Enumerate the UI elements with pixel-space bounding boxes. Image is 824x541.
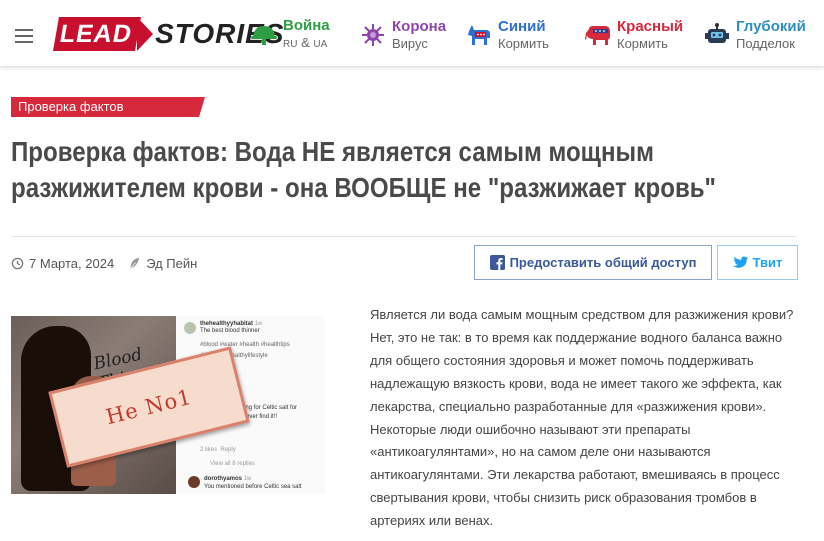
nav-war-sub: RU & UA xyxy=(283,35,328,50)
post-view-replies: View all 8 replies xyxy=(210,461,255,467)
commenter-text: You mentioned before Celtic sea salt xyxy=(204,484,302,490)
commenter-avatar xyxy=(188,476,200,488)
nav-war[interactable]: Война RU & UA xyxy=(251,16,330,54)
date-text: 7 Марта, 2024 xyxy=(29,255,115,271)
nav-corona-sub: Вирус xyxy=(392,36,428,51)
post-avatar xyxy=(184,322,196,334)
commenter-name: dorothyamos xyxy=(204,476,243,482)
virus-icon xyxy=(360,22,386,48)
facebook-icon xyxy=(489,255,505,270)
twitter-share-label: Твит xyxy=(752,255,783,270)
logo-lead: LEAD xyxy=(53,17,142,51)
nav-corona[interactable]: Корона Вирус xyxy=(360,16,446,54)
nav-deepfake[interactable]: Глубокий Подделок xyxy=(704,16,806,54)
post-caption: The best blood thinner xyxy=(200,328,260,334)
nav-corona-title: Корона xyxy=(392,18,447,35)
post-likes: 2 likes xyxy=(200,447,218,453)
article-lead-paragraph: Является ли вода самым мощным средством … xyxy=(370,307,794,529)
post-reply: Reply xyxy=(220,447,236,453)
post-age: 1w xyxy=(254,321,263,327)
post-username: thehealthyyhabitat xyxy=(200,321,254,327)
nav-deepfake-sub: Подделок xyxy=(736,36,795,51)
nav-red-feed[interactable]: Красный Кормить xyxy=(585,16,683,54)
article-title: Проверка фактов: Вода НЕ является самым … xyxy=(11,136,716,203)
army-helmet-icon xyxy=(251,22,277,48)
commenter-age: 1w xyxy=(243,476,252,482)
twitter-share-button[interactable]: Твит xyxy=(717,245,798,280)
robot-icon xyxy=(704,22,730,48)
elephant-icon xyxy=(585,22,611,48)
clock-icon xyxy=(11,257,24,269)
nav-red-sub: Кормить xyxy=(617,36,668,51)
nav-blue-title: Синий xyxy=(498,18,546,35)
donkey-icon xyxy=(466,22,492,48)
menu-icon[interactable] xyxy=(15,29,33,43)
stamp-text: Не No1 xyxy=(103,384,195,430)
nav-deepfake-title: Глубокий xyxy=(736,18,806,35)
article-author[interactable]: Эд Пейн xyxy=(128,256,197,271)
article-meta: 7 Марта, 2024 Эд Пейн xyxy=(11,254,211,272)
nav-red-title: Красный xyxy=(617,18,684,35)
facebook-share-button[interactable]: Предоставить общий доступ xyxy=(474,245,712,280)
nav-blue-sub: Кормить xyxy=(498,36,549,51)
author-name[interactable]: Эд Пейн xyxy=(146,256,197,271)
feather-icon xyxy=(129,257,140,269)
divider xyxy=(11,236,797,237)
featured-image[interactable]: Blood Thinner - water thehealthyyhabitat… xyxy=(11,316,325,494)
twitter-icon xyxy=(732,256,748,268)
nav-war-title: Война xyxy=(283,17,330,34)
site-header: LEAD STORIES Война RU & UA Корона Вирус … xyxy=(0,0,824,67)
article-date: 7 Марта, 2024 xyxy=(11,256,114,271)
category-badge[interactable]: Проверка фактов xyxy=(11,97,205,117)
nav-blue-feed[interactable]: Синий Кормить xyxy=(466,16,549,54)
facebook-share-label: Предоставить общий доступ xyxy=(509,255,697,270)
